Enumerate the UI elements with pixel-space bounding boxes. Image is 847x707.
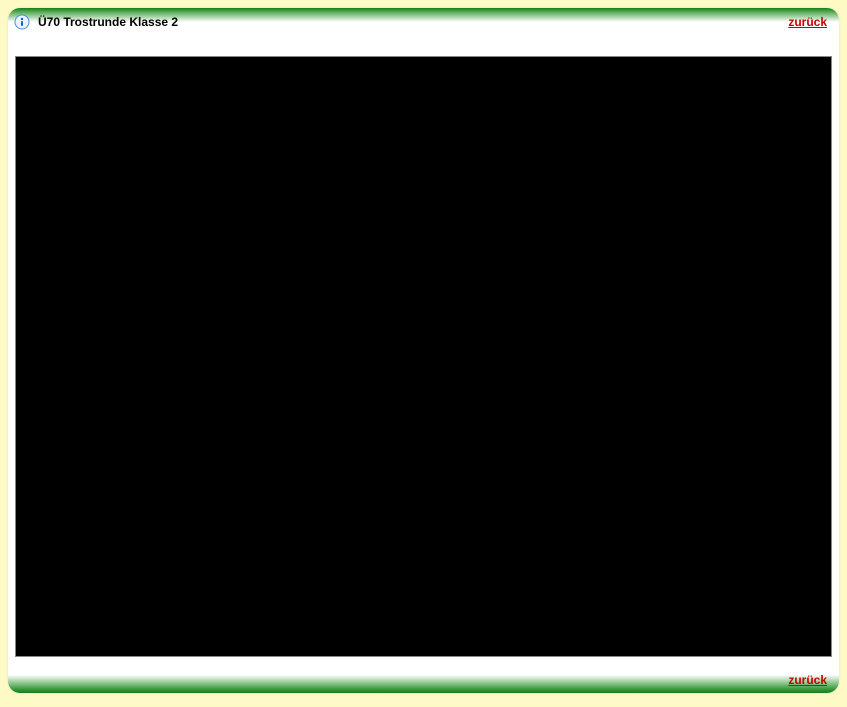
content-area	[8, 36, 839, 667]
footer-bar: zurück	[8, 667, 839, 693]
back-link-bottom[interactable]: zurück	[788, 673, 827, 687]
main-panel: Ü70 Trostrunde Klasse 2 zurück zurück	[8, 8, 839, 693]
info-icon[interactable]	[14, 14, 30, 30]
back-link-top[interactable]: zurück	[788, 15, 827, 29]
media-region	[15, 56, 832, 657]
header-bar: Ü70 Trostrunde Klasse 2 zurück	[8, 8, 839, 36]
page-title: Ü70 Trostrunde Klasse 2	[38, 15, 788, 29]
